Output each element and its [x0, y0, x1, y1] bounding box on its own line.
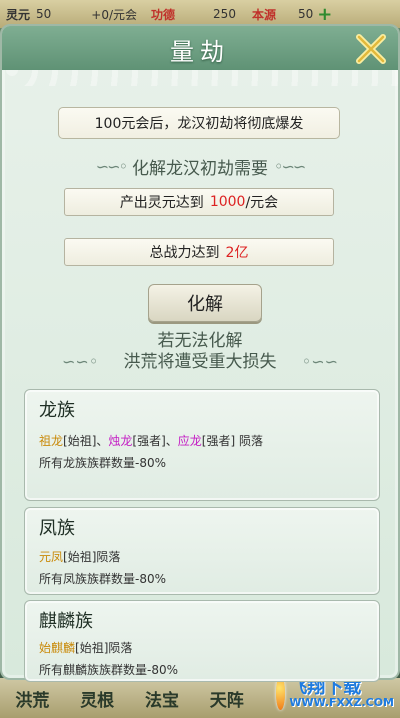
- watermark-url: WWW.FXXZ.COM: [289, 695, 394, 709]
- cloud-swirl-right-icon: ◦∽∽: [301, 352, 338, 371]
- clan-casualties: 始麒麟[始祖]陨落: [39, 639, 132, 656]
- resource-label-origin: 本源: [251, 7, 276, 22]
- resource-value-merit: 250: [213, 7, 236, 21]
- resource-label-merit: 功德: [151, 7, 176, 22]
- nav-item-tianzhen[interactable]: 天阵: [210, 686, 244, 711]
- clan-card-qilin: 麒麟族 始麒麟[始祖]陨落 所有麒麟族族群数量-80%: [24, 600, 380, 682]
- calamity-countdown-text: 100元会后，龙汉初劫将彻底爆发: [58, 107, 340, 139]
- clan-title: 麒麟族: [39, 611, 93, 632]
- dialog-header: 量劫: [2, 26, 398, 70]
- requirement-output-label: 产出灵元达到: [119, 195, 204, 211]
- clan-member-name: 祖龙: [39, 434, 64, 448]
- requirement-power: 总战力达到 2亿: [64, 238, 334, 266]
- clan-population-loss: 所有凤族族群数量-80%: [39, 572, 167, 586]
- requirement-header: ∽∽◦ 化解龙汉初劫需要 ◦∽∽: [2, 152, 398, 180]
- clan-card-dragon: 龙族 祖龙[始祖]、烛龙[强者]、应龙[强者] 陨落 所有龙族族群数量-80%: [24, 389, 380, 501]
- resource-label-lingyuan: 灵元: [6, 7, 31, 22]
- clan-member-name: 烛龙: [108, 434, 133, 448]
- clan-card-phoenix: 凤族 元凤[始祖]陨落 所有凤族族群数量-80%: [24, 507, 380, 595]
- nav-item-honghuang[interactable]: 洪荒: [15, 686, 49, 711]
- clan-title: 凤族: [39, 518, 75, 539]
- nav-item-fabao[interactable]: 法宝: [145, 686, 179, 711]
- clan-population-loss: 所有麒麟族族群数量-80%: [39, 663, 179, 677]
- clan-title: 龙族: [39, 400, 75, 421]
- clan-population-loss: 所有龙族族群数量-80%: [39, 456, 167, 470]
- clan-casualties: 祖龙[始祖]、烛龙[强者]、应龙[强者] 陨落: [39, 432, 263, 449]
- cloud-swirl-right-icon: ◦∽∽: [274, 156, 306, 176]
- cloud-swirl-left-icon: ∽∽◦: [95, 156, 128, 176]
- resource-rate-lingyuan: +0/元会: [91, 7, 138, 22]
- requirement-output-value: 1000: [209, 194, 246, 210]
- requirement-power-value: 2亿: [225, 245, 249, 261]
- calamity-dialog: 量劫 100元会后，龙汉初劫将彻底爆发 ∽∽◦ 化解龙汉初劫需要 ◦∽∽ 产出灵…: [0, 24, 400, 682]
- cloud-decoration: [2, 70, 398, 86]
- requirement-power-label: 总战力达到: [149, 245, 220, 261]
- requirement-output-unit: /元会: [245, 195, 279, 211]
- clan-member-rank: [始祖]陨落: [75, 641, 133, 655]
- clan-member-rank: [始祖]、: [63, 434, 109, 448]
- requirement-header-text: 化解龙汉初劫需要: [132, 158, 268, 179]
- cloud-swirl-left-icon: ∽∽◦: [62, 352, 99, 371]
- close-button[interactable]: [354, 32, 388, 66]
- resolve-button[interactable]: 化解: [148, 284, 262, 322]
- dialog-title: 量劫: [170, 38, 230, 66]
- clan-member-rank: [始祖]陨落: [63, 550, 121, 564]
- clan-member-rank: [强者]、: [132, 434, 178, 448]
- clan-member-name: 始麒麟: [39, 641, 76, 655]
- resource-value-origin: 50: [297, 7, 314, 21]
- resource-value-lingyuan: 50: [36, 7, 52, 21]
- failure-warning-line1: 若无法化解: [157, 331, 243, 351]
- clan-casualties: 元凤[始祖]陨落: [39, 548, 120, 565]
- clan-member-rank: [强者] 陨落: [201, 434, 263, 448]
- nav-item-linggen[interactable]: 灵根: [80, 686, 114, 711]
- clan-member-name: 元凤: [39, 550, 64, 564]
- add-resource-button[interactable]: +: [317, 4, 332, 25]
- requirement-output: 产出灵元达到 1000 /元会: [64, 188, 334, 216]
- clan-member-name: 应龙: [177, 434, 202, 448]
- close-icon: [356, 34, 386, 64]
